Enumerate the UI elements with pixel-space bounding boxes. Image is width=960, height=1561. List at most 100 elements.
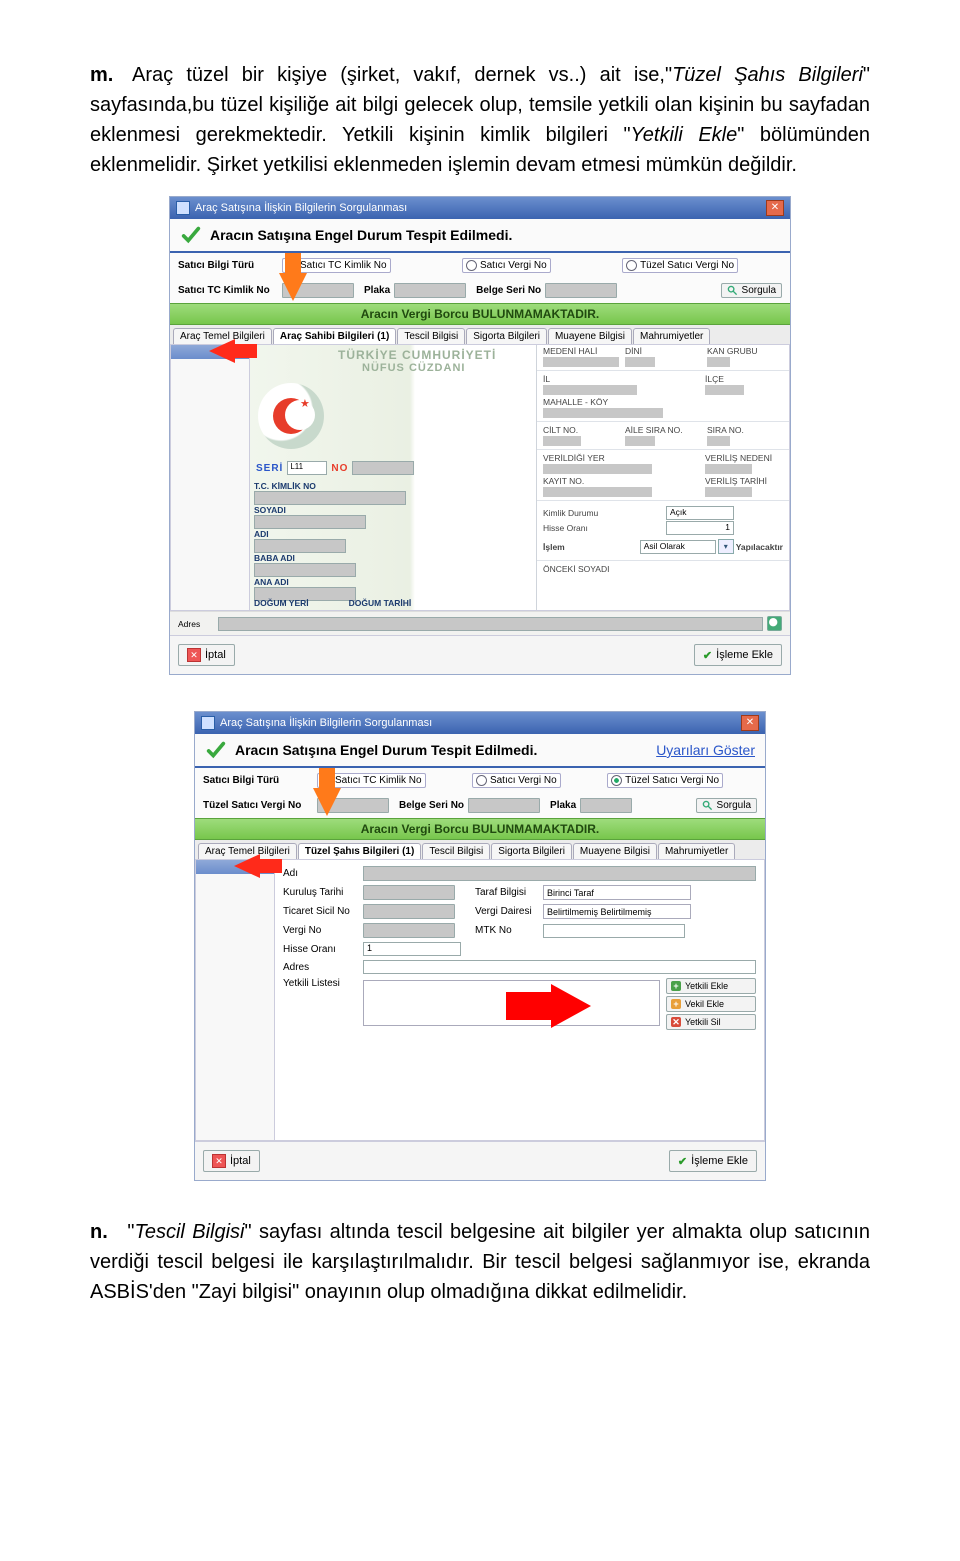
plus-icon: + [671, 981, 681, 991]
val-tc [254, 491, 406, 505]
input-plaka-2[interactable] [580, 798, 632, 813]
lbl-plaka: Plaka [364, 285, 390, 296]
input-no[interactable] [352, 461, 414, 475]
tab-tescil[interactable]: Tescil Bilgisi [397, 328, 465, 344]
close-icon: ✕ [187, 648, 201, 662]
uyari-link[interactable]: Uyarıları Göster [656, 742, 755, 758]
sorgula-button[interactable]: Sorgula [721, 283, 782, 298]
lbl-satici-tc: Satıcı TC Kimlik No [178, 285, 278, 296]
tab-muayene-2[interactable]: Muayene Bilgisi [573, 843, 657, 859]
tab-mahrumiyet-2[interactable]: Mahrumiyetler [658, 843, 735, 859]
tabs-1: Araç Temel Bilgileri Araç Sahibi Bilgile… [170, 325, 790, 344]
tab-tuzel-sahis[interactable]: Tüzel Şahıs Bilgileri (1) [298, 843, 421, 859]
input-mtk[interactable] [543, 924, 685, 938]
crescent-emblem: ★ [258, 383, 324, 449]
id-right-col: MEDENİ HALİDİNİKAN GRUBU İLİLÇE MAHALLE … [536, 345, 789, 610]
input-adi[interactable] [363, 866, 756, 881]
para-m: m. Araç tüzel bir kişiye (şirket, vakıf,… [90, 60, 870, 180]
yetkili-ekle-button[interactable]: +Yetkili Ekle [666, 978, 756, 994]
tab-sigorta-2[interactable]: Sigorta Bilgileri [491, 843, 572, 859]
lbl-tc: T.C. KİMLİK NO [254, 481, 316, 491]
input-seri[interactable]: L11 [287, 461, 327, 475]
para-n: n. "Tescil Bilgisi" sayfası altında tesc… [90, 1217, 870, 1307]
side-list [171, 345, 250, 610]
input-vergino[interactable] [363, 923, 455, 938]
radio-vergi-2[interactable]: Satıcı Vergi No [472, 773, 561, 788]
red-arrow-left-2 [234, 854, 260, 878]
close-icon[interactable]: ✕ [766, 200, 784, 216]
lbl-baba: BABA ADI [254, 553, 295, 563]
close-icon[interactable]: ✕ [741, 715, 759, 731]
radio-vergi[interactable]: Satıcı Vergi No [462, 258, 551, 273]
val-taraf: Birinci Taraf [543, 885, 691, 900]
isleme-ekle-button-2[interactable]: ✔İşleme Ekle [669, 1150, 757, 1172]
red-arrow-left-1 [209, 339, 235, 363]
titlebar-2: Araç Satışına İlişkin Bilgilerin Sorgula… [195, 712, 765, 734]
lbl-adres: Adres [178, 619, 218, 629]
iptal-button[interactable]: ✕İptal [178, 644, 235, 666]
lbl-adi: ADI [254, 529, 269, 539]
check-icon: ✔ [678, 1155, 687, 1168]
window-title: Araç Satışına İlişkin Bilgilerin Sorgula… [195, 202, 407, 214]
content-1: TÜRKİYE CUMHURİYETİ NÜFUS CÜZDANI ★ SERİ… [170, 344, 790, 611]
app-icon [176, 201, 190, 215]
nufus-h1: TÜRKİYE CUMHURİYETİ [338, 348, 496, 362]
row-satici-bilgi-turu: Satıcı Bilgi Türü Satıcı TC Kimlik No Sa… [170, 253, 790, 278]
input-belge-seri-2[interactable] [468, 798, 540, 813]
screenshot-2: Araç Satışına İlişkin Bilgilerin Sorgula… [194, 711, 766, 1181]
isleme-ekle-button[interactable]: ✔İşleme Ekle [694, 644, 782, 666]
lbl-satici-bilgi-turu: Satıcı Bilgi Türü [178, 260, 278, 271]
orange-arrow-down-2 [313, 788, 341, 816]
row-query: Satıcı TC Kimlik No Plaka Belge Seri No … [170, 278, 790, 303]
input-plaka[interactable] [394, 283, 466, 298]
lbl-tuzel-vergi: Tüzel Satıcı Vergi No [203, 800, 313, 811]
input-adres[interactable] [218, 617, 763, 631]
footer-1: ✕İptal ✔İşleme Ekle [170, 635, 790, 674]
vekil-ekle-button[interactable]: +Vekil Ekle [666, 996, 756, 1012]
status-text: Aracın Satışına Engel Durum Tespit Edilm… [210, 227, 512, 243]
yetkili-sil-button[interactable]: ✕Yetkili Sil [666, 1014, 756, 1030]
val-adi [254, 539, 346, 553]
val-hisse[interactable]: 1 [666, 521, 734, 535]
tab-tescil-2[interactable]: Tescil Bilgisi [422, 843, 490, 859]
input-hisse[interactable]: 1 [363, 942, 461, 956]
close-icon: ✕ [212, 1154, 226, 1168]
green-band-2: Aracın Vergi Borcu BULUNMAMAKTADIR. [195, 818, 765, 840]
sorgula-button-2[interactable]: Sorgula [696, 798, 757, 813]
select-islem[interactable]: Asil Olarak [640, 540, 716, 554]
tab-mahrumiyet[interactable]: Mahrumiyetler [633, 328, 710, 344]
big-red-arrow [551, 984, 591, 1028]
val-baba [254, 563, 356, 577]
tab-sigorta[interactable]: Sigorta Bilgileri [466, 328, 547, 344]
x-icon: ✕ [671, 1017, 681, 1027]
input-adres-2[interactable] [363, 960, 756, 974]
lbl-no: NO [331, 463, 348, 474]
marker-n: n. [90, 1217, 120, 1247]
detail-pane: Adı Kuruluş Tarihi Taraf BilgisiBirinci … [275, 860, 764, 1040]
check-icon [205, 739, 227, 761]
lbl-seri: SERİ [256, 463, 283, 474]
magnify-icon [702, 800, 713, 811]
status-text-2: Aracın Satışına Engel Durum Tespit Edilm… [235, 742, 537, 758]
input-kurulus[interactable] [363, 885, 455, 900]
marker-m: m. [90, 60, 120, 90]
tab-muayene[interactable]: Muayene Bilgisi [548, 328, 632, 344]
plus-icon: + [671, 999, 681, 1009]
app-icon [201, 716, 215, 730]
radio-tuzel[interactable]: Tüzel Satıcı Vergi No [622, 258, 738, 273]
row-query-2: Tüzel Satıcı Vergi No Belge Seri No Plak… [195, 793, 765, 818]
footer-2: ✕İptal ✔İşleme Ekle [195, 1141, 765, 1180]
status-bar-2: Aracın Satışına Engel Durum Tespit Edilm… [195, 734, 765, 766]
chevron-down-icon[interactable]: ▾ [718, 539, 734, 554]
input-belge-seri[interactable] [545, 283, 617, 298]
lbl-ana: ANA ADI [254, 577, 289, 587]
iptal-button-2[interactable]: ✕İptal [203, 1150, 260, 1172]
adres-row-1: Adres [170, 611, 790, 635]
radio-tuzel-2[interactable]: Tüzel Satıcı Vergi No [607, 773, 723, 788]
val-vergidaire: Belirtilmemiş Belirtilmemiş [543, 904, 691, 919]
input-ticaret[interactable] [363, 904, 455, 919]
screenshot-1: Araç Satışına İlişkin Bilgilerin Sorgula… [169, 196, 791, 675]
content-2: Adı Kuruluş Tarihi Taraf BilgisiBirinci … [195, 859, 765, 1141]
search-adres-icon[interactable] [767, 616, 782, 631]
tab-arac-sahibi[interactable]: Araç Sahibi Bilgileri (1) [273, 328, 396, 344]
